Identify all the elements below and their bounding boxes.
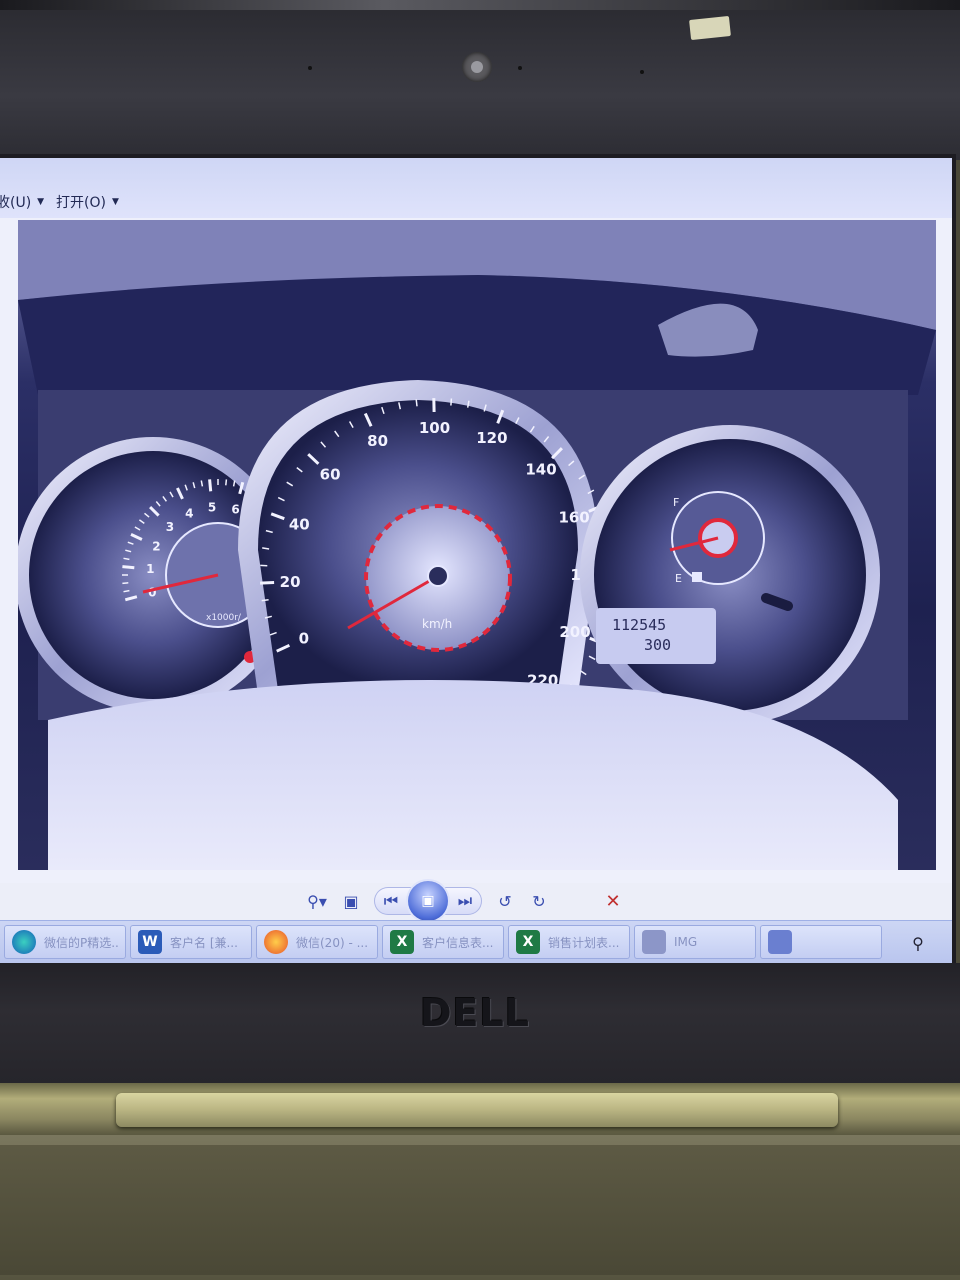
tachometer-tick-label: 4 [185,506,193,520]
speedometer-tick-label: 200 [559,623,590,641]
speedometer-tick-label: 40 [289,515,310,533]
tachometer-tick-mark [225,479,228,486]
speedometer-hub [427,565,449,587]
edge-icon [12,930,36,954]
laptop-base [0,1135,960,1280]
caret-down-icon: ▼ [111,197,119,207]
speedometer-tick-mark [260,581,275,585]
tachometer-tick-mark [122,565,135,570]
sensor-dot [518,66,522,70]
speedometer-unit: km/h [422,617,452,631]
viewer-menubar: 收(U) ▼ 打开(O) ▼ [0,158,952,219]
speedometer-tick-mark [415,399,418,407]
navigation-group: ⏮ ▣ ⏭ [374,881,482,921]
tachometer-tick-label: 3 [166,520,174,534]
hinge-bar [116,1093,838,1127]
zoom-icon[interactable]: ⚲▾ [300,886,334,916]
fuel-pump-icon [692,572,702,582]
speedometer-tick-mark [261,598,269,602]
fuel-empty-label: E [675,572,682,585]
laptop-bottom-bezel: DELL [0,963,960,1083]
taskbar-item-firefox[interactable]: 微信(20) - ... [256,925,378,959]
excel-icon: X [390,930,414,954]
taskbar-item-edge[interactable]: 微信的P精选... [4,925,126,959]
sensor-dot [640,70,644,74]
photo-viewer-canvas: 0123456 x1000r/ 020406080100120140160180… [0,218,952,883]
taskbar-label: 客户信息表... [422,935,494,950]
odometer-trip: 300 [644,636,671,654]
rotate-left-icon[interactable]: ↺ [488,886,522,916]
odometer-total: 112545 [612,616,666,634]
taskbar-label: 微信(20) - ... [296,935,369,950]
word-icon: W [138,930,162,954]
laptop-hinge [0,1083,960,1135]
viewer-controls: ⚲▾ ▣ ⏮ ▣ ⏭ ↺ ↻ ✕ [300,881,670,921]
bezel-highlight [0,0,960,10]
menu-label: 收(U) [0,195,32,211]
slideshow-icon[interactable]: ▣ [408,881,448,921]
dell-logo: DELL [420,991,530,1035]
speedometer-tick-label: 0 [299,630,309,648]
palm-rest [0,1145,960,1275]
firefox-icon [264,930,288,954]
tachometer-tick-label: 2 [152,539,160,553]
taskbar: 微信的P精选... W 客户名 [兼... 微信(20) - ... X 客户信… [0,920,952,963]
taskbar-label: IMG [674,935,698,949]
menu-label: 打开(O) [56,195,106,211]
dashboard-photo: 0123456 x1000r/ 020406080100120140160180… [18,220,936,870]
speedometer-tick-label: 20 [280,573,301,591]
sensor-dot [308,66,312,70]
excel-icon: X [516,930,540,954]
taskbar-item-photo-viewer[interactable] [760,925,882,959]
tachometer-tick-label: 5 [208,500,216,514]
next-icon[interactable]: ⏭ [448,886,482,916]
taskbar-item-excel-1[interactable]: X 客户信息表... [382,925,504,959]
fuel-odometer-cluster: F E 112545 300 [580,425,880,725]
photo-viewer-icon [768,930,792,954]
laptop-screen: 收(U) ▼ 打开(O) ▼ 0 1 2 3 4 5 6 x1000r/ 0 2… [0,158,952,963]
speedometer-tick-label: 140 [525,461,556,479]
tachometer-tick-label: 1 [146,562,154,576]
tachometer-tick-label: 6 [231,502,239,516]
tachometer-tick-mark [122,582,129,585]
speedometer-tick-label: 160 [558,509,589,527]
previous-icon[interactable]: ⏮ [374,886,408,916]
taskbar-item-excel-2[interactable]: X 销售计划表... [508,925,630,959]
taskbar-label: 微信的P精选... [44,935,118,950]
speedometer-tick-label: 100 [419,419,450,437]
speedometer-tick-label: 120 [476,429,507,447]
menu-item-fix[interactable]: 收(U) ▼ [0,192,44,212]
speedometer-tick-label: 80 [367,432,388,450]
taskbar-label: 销售计划表... [548,935,620,950]
fuel-full-label: F [673,496,679,509]
speedometer-tick-label: 60 [320,466,341,484]
menu-item-open[interactable]: 打开(O) ▼ [56,192,119,212]
delete-icon[interactable]: ✕ [596,886,630,916]
taskbar-item-photo[interactable]: IMG [634,925,756,959]
fit-icon[interactable]: ▣ [334,886,368,916]
tachometer-tick-mark [208,479,213,492]
network-icon[interactable]: ⚲ [906,931,930,955]
speedometer-tick-mark [450,398,453,406]
taskbar-item-word[interactable]: W 客户名 [兼... [130,925,252,959]
webcam [462,52,492,82]
sticker [689,15,731,41]
rotate-right-icon[interactable]: ↻ [522,886,556,916]
caret-down-icon: ▼ [37,197,45,207]
photo-icon [642,930,666,954]
tachometer-unit: x1000r/ [206,613,242,623]
laptop-top-bezel [0,0,960,160]
taskbar-label: 客户名 [兼... [170,935,238,950]
